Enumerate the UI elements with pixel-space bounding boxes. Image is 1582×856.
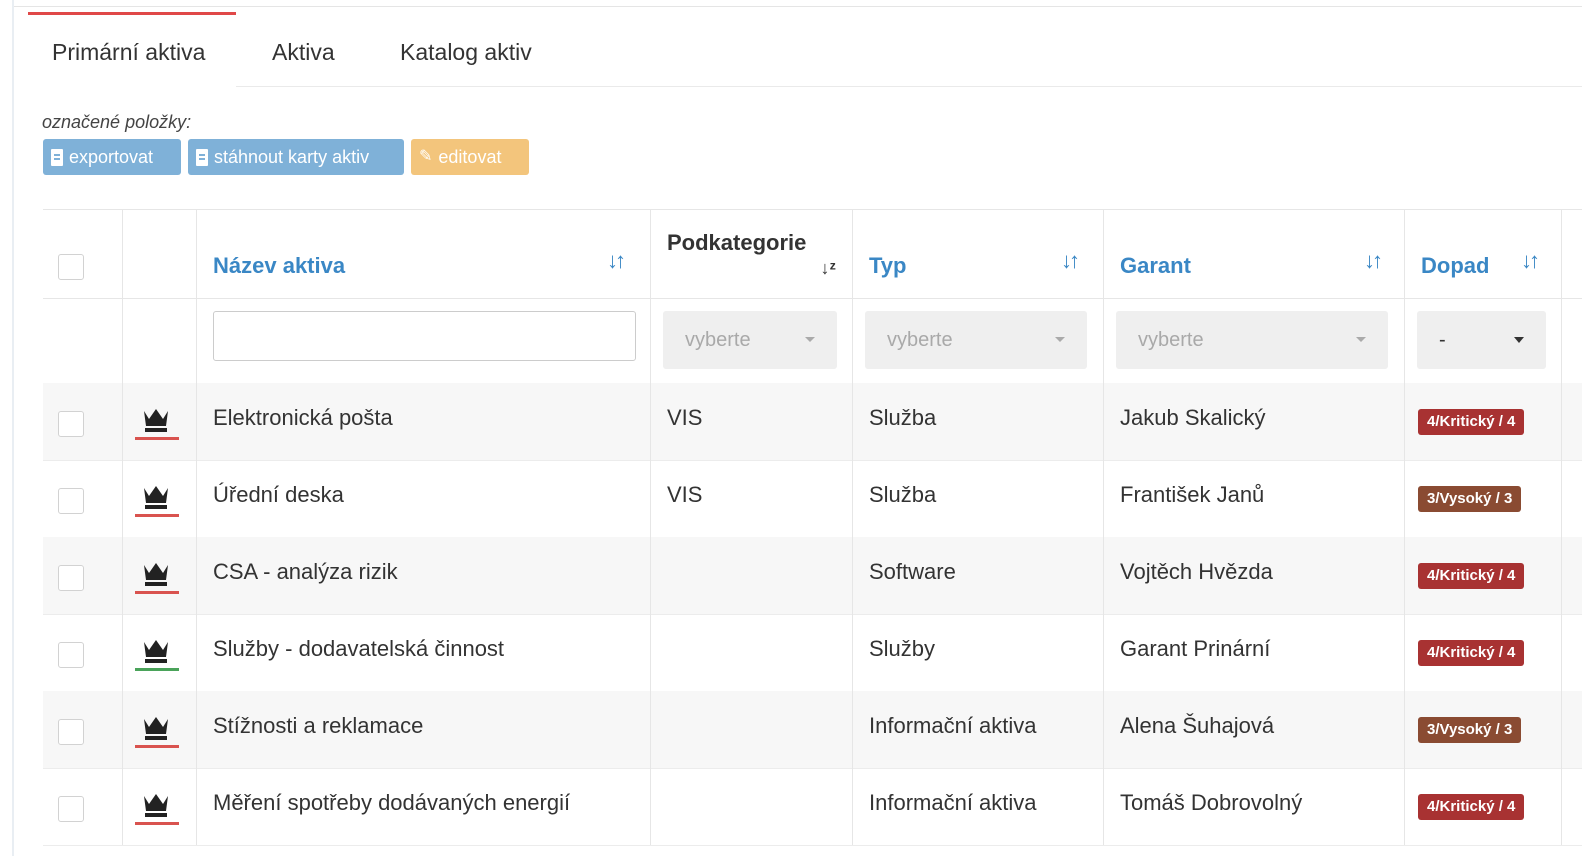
header-subcategory[interactable]: Podkategorie ↓ᶻ bbox=[651, 210, 853, 298]
download-cards-label: stáhnout karty aktiv bbox=[214, 147, 370, 167]
chevron-down-icon bbox=[805, 337, 815, 342]
header-name-label: Název aktiva bbox=[213, 253, 346, 278]
subcategory-filter-select[interactable]: vyberte bbox=[663, 311, 837, 369]
type-filter-select[interactable]: vyberte bbox=[865, 311, 1087, 369]
asset-name[interactable]: Stížnosti a reklamace bbox=[213, 713, 423, 739]
impact-filter-select[interactable]: - bbox=[1417, 311, 1546, 369]
guarantor-filter-value: vyberte bbox=[1138, 329, 1204, 351]
asset-name[interactable]: Elektronická pošta bbox=[213, 405, 393, 431]
edit-button[interactable]: ✎ editovat bbox=[411, 139, 529, 175]
asset-type: Informační aktiva bbox=[869, 713, 1037, 738]
table-row[interactable]: Služby - dodavatelská činnost Služby Gar… bbox=[43, 614, 1582, 692]
edit-button-label: editovat bbox=[438, 147, 502, 167]
table-row[interactable]: Stížnosti a reklamace Informační aktiva … bbox=[43, 691, 1582, 769]
top-border bbox=[14, 6, 1582, 7]
selected-items-label: označené položky: bbox=[42, 112, 192, 132]
header-guarantor[interactable]: Garant ↓↑ bbox=[1104, 210, 1405, 298]
tab-divider bbox=[236, 86, 1582, 87]
impact-badge: 4/Kritický / 4 bbox=[1418, 794, 1525, 820]
header-type[interactable]: Typ ↓↑ bbox=[853, 210, 1104, 298]
table-row[interactable]: CSA - analýza rizik Software Vojtěch Hvě… bbox=[43, 537, 1582, 615]
document-icon bbox=[196, 148, 208, 166]
impact-badge: 4/Kritický / 4 bbox=[1418, 640, 1525, 666]
tab-primary-assets[interactable]: Primární aktiva bbox=[28, 12, 236, 88]
asset-name[interactable]: Měření spotřeby dodávaných energií bbox=[213, 790, 570, 816]
header-impact-label: Dopad bbox=[1421, 253, 1490, 278]
asset-subcategory: VIS bbox=[667, 482, 703, 507]
asset-type: Služba bbox=[869, 405, 937, 430]
asset-guarantor: Jakub Skalický bbox=[1120, 405, 1266, 430]
category-underline bbox=[135, 822, 179, 825]
impact-badge: 4/Kritický / 4 bbox=[1418, 563, 1525, 589]
asset-subcategory: VIS bbox=[667, 405, 703, 430]
asset-guarantor: Alena Šuhajová bbox=[1120, 713, 1275, 738]
sort-icon[interactable]: ↓↑ bbox=[1521, 248, 1540, 274]
impact-badge: 3/Vysoký / 3 bbox=[1418, 717, 1522, 743]
header-name[interactable]: Název aktiva ↓↑ bbox=[197, 210, 651, 298]
chevron-down-icon bbox=[1055, 337, 1065, 342]
tab-assets[interactable]: Aktiva bbox=[248, 12, 368, 88]
row-checkbox[interactable] bbox=[58, 719, 84, 745]
subcategory-filter-value: vyberte bbox=[685, 329, 751, 351]
table-row[interactable]: Měření spotřeby dodávaných energií Infor… bbox=[43, 768, 1582, 846]
tab-bar: Primární aktiva Aktiva Katalog aktiv bbox=[28, 12, 1582, 88]
category-underline bbox=[135, 745, 179, 748]
header-impact[interactable]: Dopad ↓↑ bbox=[1405, 210, 1562, 298]
tab-asset-catalog[interactable]: Katalog aktiv bbox=[376, 12, 556, 88]
document-icon bbox=[51, 148, 63, 166]
asset-guarantor: Tomáš Dobrovolný bbox=[1120, 790, 1303, 815]
select-all-checkbox[interactable] bbox=[58, 254, 84, 280]
export-button-label: exportovat bbox=[69, 147, 154, 167]
guarantor-filter-select[interactable]: vyberte bbox=[1116, 311, 1388, 369]
sort-icon[interactable]: ↓↑ bbox=[607, 248, 626, 274]
asset-name[interactable]: Služby - dodavatelská činnost bbox=[213, 636, 504, 662]
asset-type: Služba bbox=[869, 482, 937, 507]
table-filter-row: vyberte vyberte vyberte - bbox=[43, 297, 1582, 384]
chevron-down-icon bbox=[1514, 337, 1524, 343]
header-guarantor-label: Garant bbox=[1120, 253, 1191, 278]
row-checkbox[interactable] bbox=[58, 642, 84, 668]
export-button[interactable]: exportovat bbox=[43, 139, 181, 175]
asset-type: Software bbox=[869, 559, 956, 584]
category-underline bbox=[135, 591, 179, 594]
sort-icon[interactable]: ↓↑ bbox=[1364, 248, 1383, 274]
table-row[interactable]: Úřední deska VIS Služba František Janů 3… bbox=[43, 460, 1582, 538]
table-header-row: Název aktiva ↓↑ Podkategorie ↓ᶻ Typ ↓↑ G… bbox=[43, 209, 1582, 299]
asset-name[interactable]: CSA - analýza rizik bbox=[213, 559, 398, 585]
header-subcategory-label: Podkategorie bbox=[667, 230, 807, 255]
row-checkbox[interactable] bbox=[58, 796, 84, 822]
download-cards-button[interactable]: stáhnout karty aktiv bbox=[188, 139, 404, 175]
impact-filter-value: - bbox=[1439, 329, 1446, 351]
asset-guarantor: Vojtěch Hvězda bbox=[1120, 559, 1273, 584]
type-filter-value: vyberte bbox=[887, 329, 953, 351]
name-filter-input[interactable] bbox=[213, 311, 636, 361]
category-underline bbox=[135, 514, 179, 517]
asset-guarantor: František Janů bbox=[1120, 482, 1265, 507]
table-row[interactable]: Elektronická pošta VIS Služba Jakub Skal… bbox=[43, 383, 1582, 461]
asset-name[interactable]: Úřední deska bbox=[213, 482, 344, 508]
category-underline bbox=[135, 668, 179, 671]
chevron-down-icon bbox=[1356, 337, 1366, 342]
row-checkbox[interactable] bbox=[58, 488, 84, 514]
impact-badge: 3/Vysoký / 3 bbox=[1418, 486, 1522, 512]
category-underline bbox=[135, 437, 179, 440]
pencil-icon: ✎ bbox=[419, 148, 433, 165]
row-checkbox[interactable] bbox=[58, 565, 84, 591]
asset-guarantor: Garant Prinární bbox=[1120, 636, 1271, 661]
sort-alpha-icon[interactable]: ↓ᶻ bbox=[820, 258, 836, 279]
impact-badge: 4/Kritický / 4 bbox=[1418, 409, 1525, 435]
left-border bbox=[12, 0, 14, 856]
header-type-label: Typ bbox=[869, 253, 907, 278]
row-checkbox[interactable] bbox=[58, 411, 84, 437]
asset-type: Služby bbox=[869, 636, 936, 661]
asset-type: Informační aktiva bbox=[869, 790, 1037, 815]
sort-icon[interactable]: ↓↑ bbox=[1061, 248, 1080, 274]
